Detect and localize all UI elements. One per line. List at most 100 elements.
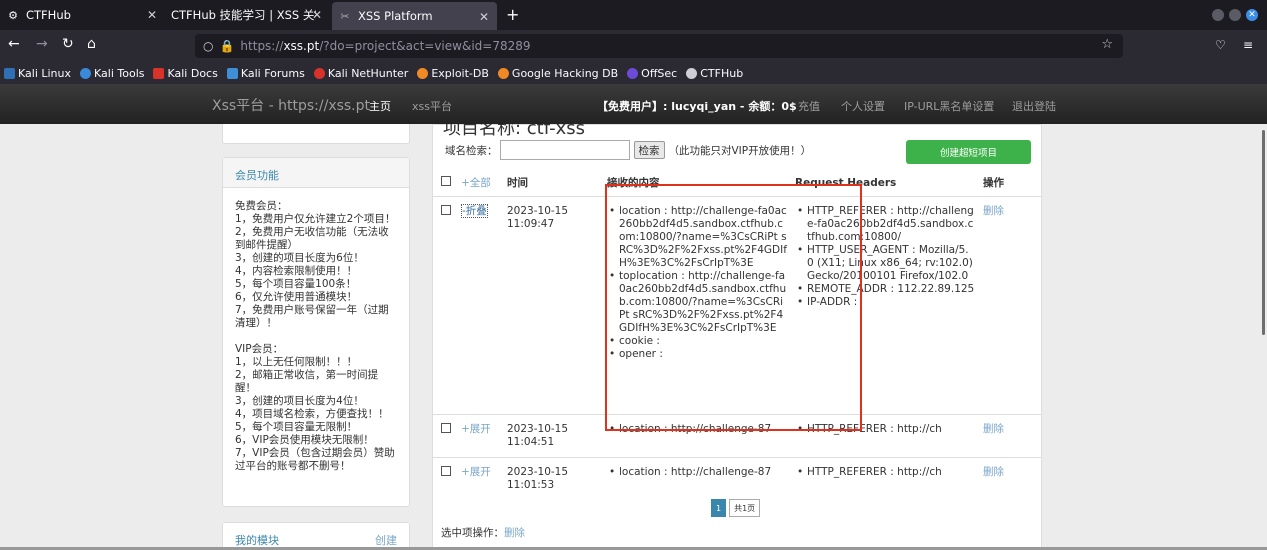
vip-item: 7，VIP会员（包含过期会员）赞助过平台的账号都不删号！ bbox=[235, 447, 395, 472]
row-checkbox[interactable] bbox=[441, 422, 451, 433]
page-current[interactable]: 1 bbox=[711, 499, 727, 517]
row-date: 2023-10-15 bbox=[507, 204, 569, 217]
delete-link[interactable]: 删除 bbox=[983, 423, 1004, 435]
bookmark-kali-docs[interactable]: Kali Docs bbox=[153, 67, 218, 80]
nav-recharge[interactable]: 充值 bbox=[798, 98, 820, 114]
bookmark-kali-nethunter[interactable]: Kali NetHunter bbox=[313, 67, 408, 80]
nav-logout[interactable]: 退出登陆 bbox=[1012, 98, 1056, 114]
nav-xss-platform[interactable]: xss平台 bbox=[412, 98, 452, 114]
page-title: 项目名称: ctf-xss bbox=[443, 124, 585, 139]
collapse-link[interactable]: -折叠 bbox=[461, 203, 488, 218]
site-header: Xss平台 - https://xss.pt 主页 xss平台 【免费用户】: … bbox=[0, 84, 1267, 124]
domain-search-row: 域名检索： 检索 （此功能只对VIP开放使用！） bbox=[445, 140, 811, 160]
window-close-icon[interactable]: ✕ bbox=[1246, 9, 1258, 21]
col-time: 时间 bbox=[503, 170, 603, 197]
bookmark-offsec[interactable]: OffSec bbox=[627, 67, 677, 80]
page-content: 会员功能 免费会员： 1，免费用户仅允许建立2个项目！ 2，免费用户无收信功能（… bbox=[0, 124, 1267, 550]
my-modules-header: 我的模块 创建 bbox=[223, 523, 409, 550]
vip-item: 1，以上无任何限制！！！ bbox=[235, 356, 358, 368]
content-list: location : http://challenge-87 bbox=[607, 466, 787, 479]
page-scrollbar[interactable] bbox=[1262, 130, 1265, 335]
expand-all-link[interactable]: +全部 bbox=[461, 177, 491, 189]
tab-title: CTFHub bbox=[26, 8, 71, 22]
vip-item: 4，项目域名检索，方便查找！！ bbox=[235, 408, 389, 420]
xss-favicon-icon: ✂ bbox=[340, 9, 350, 23]
member-functions-box: 会员功能 免费会员： 1，免费用户仅允许建立2个项目！ 2，免费用户无收信功能（… bbox=[222, 157, 410, 507]
close-icon[interactable]: ✕ bbox=[147, 8, 157, 22]
kali-docs-icon bbox=[153, 67, 165, 79]
header-user-agent: HTTP_USER_AGENT : Mozilla/5.0 (X11; Linu… bbox=[795, 244, 975, 283]
member-functions-title: 会员功能 bbox=[223, 158, 409, 188]
nav-ip-url-blacklist[interactable]: IP-URL黑名单设置 bbox=[904, 98, 994, 114]
nav-settings[interactable]: 个人设置 bbox=[841, 98, 885, 114]
bookmark-kali-linux[interactable]: Kali Linux bbox=[4, 67, 71, 80]
content-list: location : http://challenge-fa0ac260bb2d… bbox=[607, 205, 787, 361]
tab-ctfhub[interactable]: ⚙ CTFHub ✕ bbox=[0, 0, 165, 30]
create-short-project-button[interactable]: 创建超短项目 bbox=[906, 140, 1031, 164]
headers-list: HTTP_REFERER : http://ch bbox=[795, 423, 975, 436]
project-panel: 项目名称: ctf-xss 域名检索： 检索 （此功能只对VIP开放使用！） 创… bbox=[432, 124, 1042, 550]
row-checkbox[interactable] bbox=[441, 465, 451, 476]
table-row: +展开 2023-10-1511:04:51 location : http:/… bbox=[433, 413, 1041, 457]
delete-link[interactable]: 删除 bbox=[983, 205, 1004, 217]
forward-icon[interactable]: → bbox=[36, 36, 48, 52]
site-brand[interactable]: Xss平台 - https://xss.pt bbox=[212, 95, 370, 115]
url-bar[interactable]: ○🔒 https://xss.pt/?do=project&act=view&i… bbox=[195, 34, 1123, 58]
pocket-icon[interactable]: ♡ bbox=[1215, 38, 1226, 52]
close-icon[interactable]: ✕ bbox=[312, 8, 322, 22]
kali-tools-icon bbox=[80, 67, 92, 79]
page-total: 共1页 bbox=[729, 499, 761, 517]
close-icon[interactable]: ✕ bbox=[479, 10, 489, 24]
free-member-title: 免费会员： bbox=[235, 200, 288, 212]
bookmark-kali-tools[interactable]: Kali Tools bbox=[80, 67, 144, 80]
search-button[interactable]: 检索 bbox=[633, 141, 665, 159]
free-item: 6，仅允许使用普通模块！ bbox=[235, 291, 358, 303]
header-referer: HTTP_REFERER : http://challenge-fa0ac260… bbox=[795, 205, 975, 244]
content-toplocation: toplocation : http://challenge-fa0ac260b… bbox=[607, 270, 787, 335]
back-icon[interactable]: ← bbox=[8, 36, 20, 52]
delete-link[interactable]: 删除 bbox=[983, 466, 1004, 478]
create-module-link[interactable]: 创建 bbox=[375, 532, 397, 547]
row-time: 11:01:53 bbox=[507, 478, 555, 491]
header-referer: HTTP_REFERER : http://ch bbox=[795, 423, 975, 436]
nav-user-info: 【免费用户】: lucyqi_yan - 余额：0$ bbox=[597, 100, 797, 113]
my-modules-title: 我的模块 bbox=[235, 534, 279, 547]
row-time: 11:04:51 bbox=[507, 435, 555, 448]
content-list: location : http://challenge-87 bbox=[607, 423, 787, 436]
col-content: 接收的内容 bbox=[603, 170, 791, 197]
ctfhub-favicon-icon: ⚙ bbox=[8, 8, 18, 22]
content-opener: opener : bbox=[607, 348, 787, 361]
bookmark-kali-forums[interactable]: Kali Forums bbox=[226, 67, 305, 80]
minimize-icon[interactable] bbox=[1212, 9, 1224, 21]
expand-link[interactable]: +展开 bbox=[461, 423, 491, 435]
home-icon[interactable]: ⌂ bbox=[87, 36, 96, 52]
menu-icon[interactable]: ≡ bbox=[1243, 38, 1253, 52]
free-item: 7，免费用户账号保留一年（过期清理）！ bbox=[235, 304, 389, 329]
bookmark-star-icon[interactable]: ☆ bbox=[1101, 37, 1113, 52]
bookmark-google-hacking-db[interactable]: Google Hacking DB bbox=[497, 67, 618, 80]
tab-ctfhub-skills[interactable]: CTFHub 技能学习 | XSS 关键 | ✕ bbox=[165, 0, 330, 30]
reload-icon[interactable]: ↻ bbox=[62, 36, 74, 52]
offsec-icon bbox=[627, 67, 639, 79]
bookmark-exploit-db[interactable]: Exploit-DB bbox=[417, 67, 489, 80]
member-functions-body: 免费会员： 1，免费用户仅允许建立2个项目！ 2，免费用户无收信功能（无法收到邮… bbox=[223, 188, 409, 485]
maximize-icon[interactable] bbox=[1229, 9, 1241, 21]
nethunter-icon bbox=[313, 67, 325, 79]
expand-link[interactable]: +展开 bbox=[461, 466, 491, 478]
row-checkbox[interactable] bbox=[441, 204, 451, 215]
new-tab-icon[interactable]: + bbox=[506, 5, 519, 24]
header-remote-addr: REMOTE_ADDR : 112.22.89.125 bbox=[795, 283, 975, 296]
domain-search-input[interactable] bbox=[499, 140, 630, 160]
bookmark-ctfhub[interactable]: CTFHub bbox=[686, 67, 743, 80]
url-path: /?do=project&act=view&id=78289 bbox=[319, 39, 531, 53]
exploit-db-icon bbox=[417, 67, 429, 79]
search-label: 域名检索： bbox=[445, 144, 498, 157]
row-time: 11:09:47 bbox=[507, 217, 555, 230]
select-all-checkbox[interactable] bbox=[441, 176, 451, 187]
content-location: location : http://challenge-87 bbox=[607, 423, 787, 436]
tab-xss-platform[interactable]: ✂ XSS Platform ✕ bbox=[332, 2, 497, 30]
selected-delete-link[interactable]: 删除 bbox=[504, 527, 525, 539]
free-item: 4，内容检索限制使用！！ bbox=[235, 265, 358, 277]
free-item: 5，每个项目容量100条！ bbox=[235, 278, 357, 290]
nav-home[interactable]: 主页 bbox=[369, 98, 391, 114]
